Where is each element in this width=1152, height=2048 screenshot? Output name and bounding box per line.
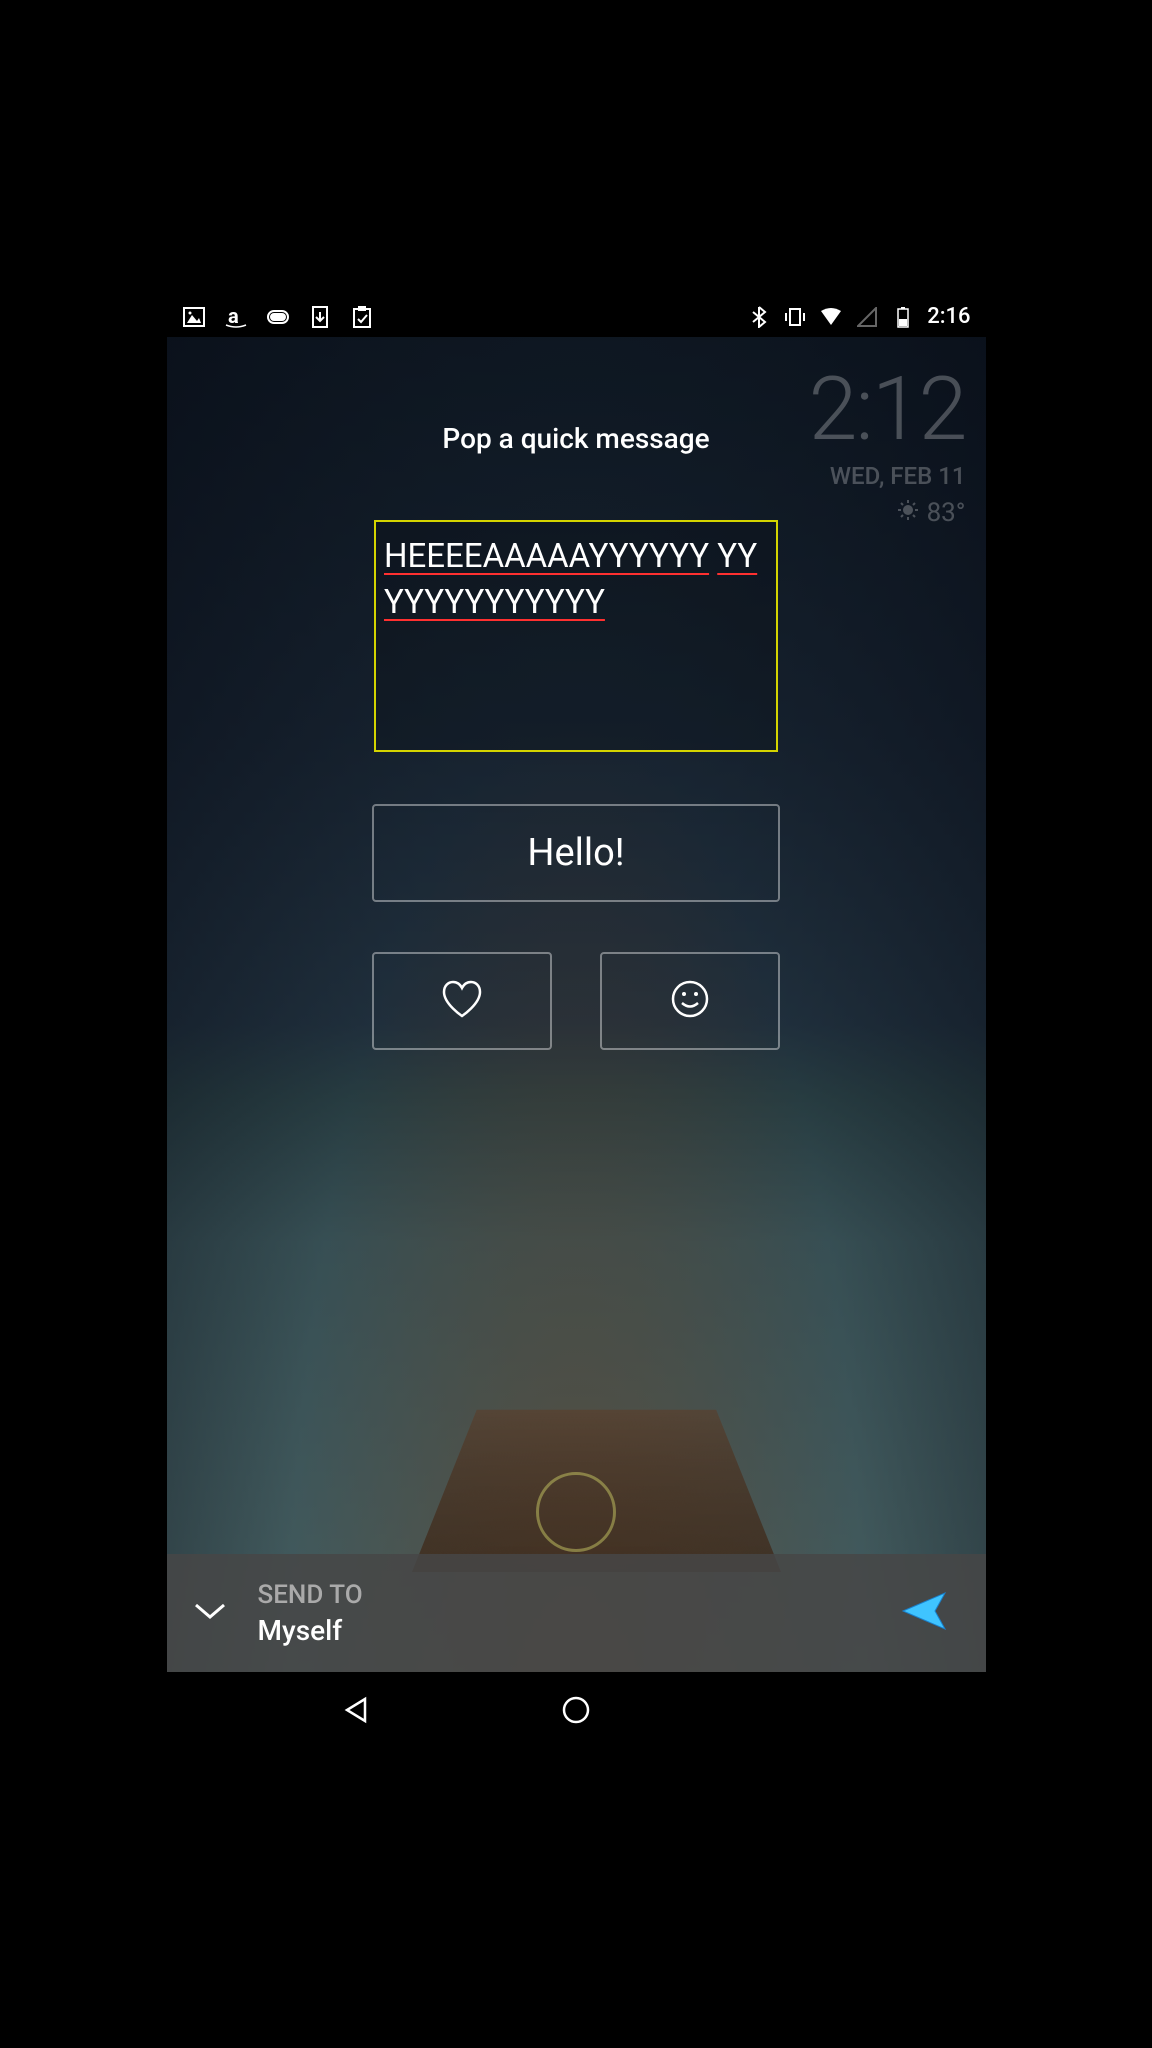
back-icon (341, 1710, 371, 1729)
home-icon (561, 1710, 591, 1729)
gallery-icon (182, 305, 206, 329)
message-line-1: HEEEEAAAAAYYYYYY (384, 537, 709, 576)
send-to-label: SEND TO (258, 1580, 899, 1610)
status-bar: a (167, 296, 986, 337)
emoji-row (372, 952, 780, 1050)
status-time: 2:16 (927, 304, 970, 329)
heart-icon (440, 980, 484, 1022)
battery-icon (891, 305, 915, 329)
bluetooth-icon (747, 305, 771, 329)
message-text: HEEEEAAAAAYYYYYY YYYYYYYYYYYYY (384, 534, 768, 626)
send-button[interactable] (899, 1587, 951, 1639)
main-screen: a (167, 296, 986, 1752)
smiley-icon (671, 980, 709, 1022)
lock-ring[interactable] (536, 1472, 616, 1552)
status-right-icons: 2:16 (747, 304, 970, 329)
send-recipient-info[interactable]: SEND TO Myself (258, 1580, 899, 1647)
navigation-bar (167, 1672, 986, 1752)
back-button[interactable] (341, 1695, 371, 1729)
message-input[interactable]: HEEEEAAAAAYYYYYY YYYYYYYYYYYYY (374, 520, 778, 752)
gameloft-icon (266, 305, 290, 329)
download-icon (308, 305, 332, 329)
wifi-icon (819, 305, 843, 329)
vibrate-icon (783, 305, 807, 329)
hello-label: Hello! (527, 831, 624, 875)
svg-text:a: a (228, 305, 239, 328)
home-button[interactable] (561, 1695, 591, 1729)
heart-button[interactable] (372, 952, 552, 1050)
send-icon (899, 1620, 951, 1639)
expand-button[interactable] (192, 1601, 228, 1625)
signal-icon (855, 305, 879, 329)
status-left-icons: a (182, 305, 374, 329)
clipboard-icon (350, 305, 374, 329)
hello-button[interactable]: Hello! (372, 804, 780, 902)
smiley-button[interactable] (600, 952, 780, 1050)
message-content: Pop a quick message HEEEEAAAAAYYYYYY YYY… (167, 337, 986, 1050)
send-recipient: Myself (258, 1614, 899, 1647)
page-title: Pop a quick message (167, 422, 986, 455)
amazon-icon: a (224, 305, 248, 329)
chevron-down-icon (192, 1606, 228, 1625)
send-bar: SEND TO Myself (167, 1554, 986, 1672)
